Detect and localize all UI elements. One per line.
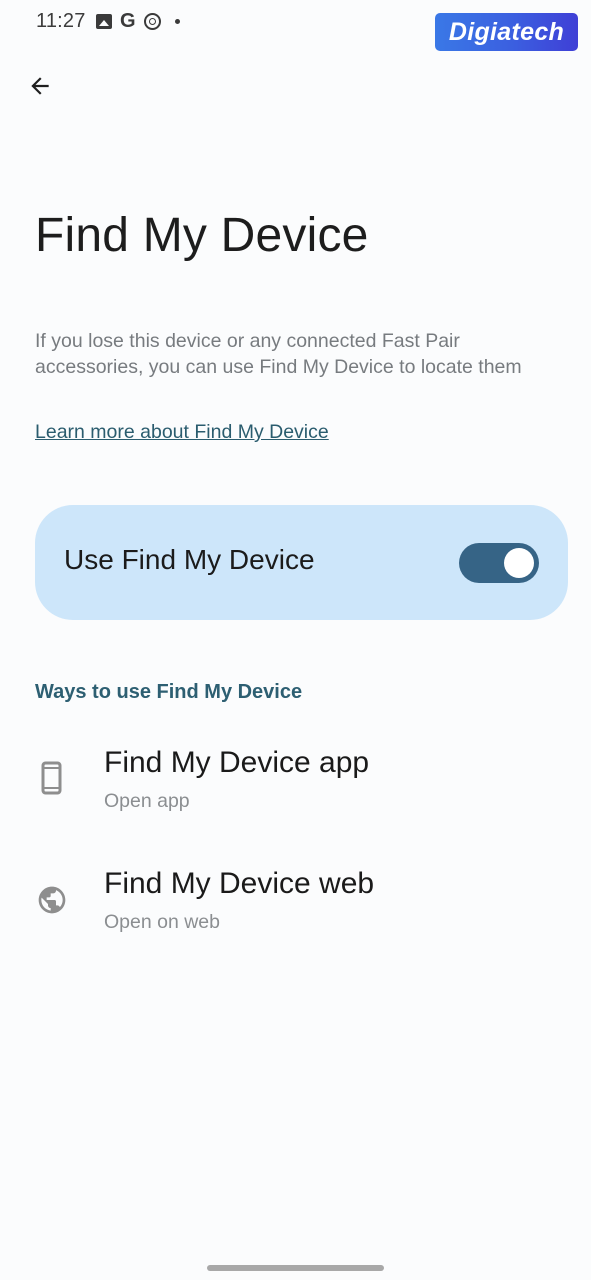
watermark-logo: Digiatech	[435, 13, 578, 51]
status-time: 11:27	[36, 10, 86, 32]
google-icon: G	[120, 10, 136, 32]
item-subtitle: Open on web	[104, 911, 221, 933]
toggle-label: Use Find My Device	[64, 544, 315, 575]
list-item-find-my-device-web[interactable]: Find My Device web Open on web	[0, 867, 591, 967]
description-text: If you lose this device or any connected…	[35, 330, 522, 378]
list-item-find-my-device-app[interactable]: Find My Device app Open app	[0, 746, 591, 846]
section-header: Ways to use Find My Device	[35, 681, 303, 703]
smartphone-icon	[41, 761, 62, 795]
status-icons: G	[96, 10, 180, 32]
item-title: Find My Device app	[104, 746, 370, 779]
arrow-back-icon	[31, 77, 49, 95]
page-title: Find My Device	[35, 209, 369, 262]
item-title: Find My Device web	[104, 867, 375, 900]
globe-icon	[38, 886, 66, 914]
image-icon	[96, 13, 112, 29]
back-button[interactable]	[22, 68, 58, 104]
sync-icon	[143, 12, 161, 30]
item-subtitle: Open app	[104, 790, 190, 812]
switch-knob	[504, 548, 534, 578]
navigation-handle[interactable]	[207, 1265, 384, 1271]
dot-icon	[174, 18, 180, 24]
use-find-my-device-toggle-row[interactable]: Use Find My Device	[35, 505, 568, 620]
use-find-my-device-switch[interactable]	[459, 543, 539, 583]
learn-more-link[interactable]: Learn more about Find My Device	[35, 421, 329, 444]
